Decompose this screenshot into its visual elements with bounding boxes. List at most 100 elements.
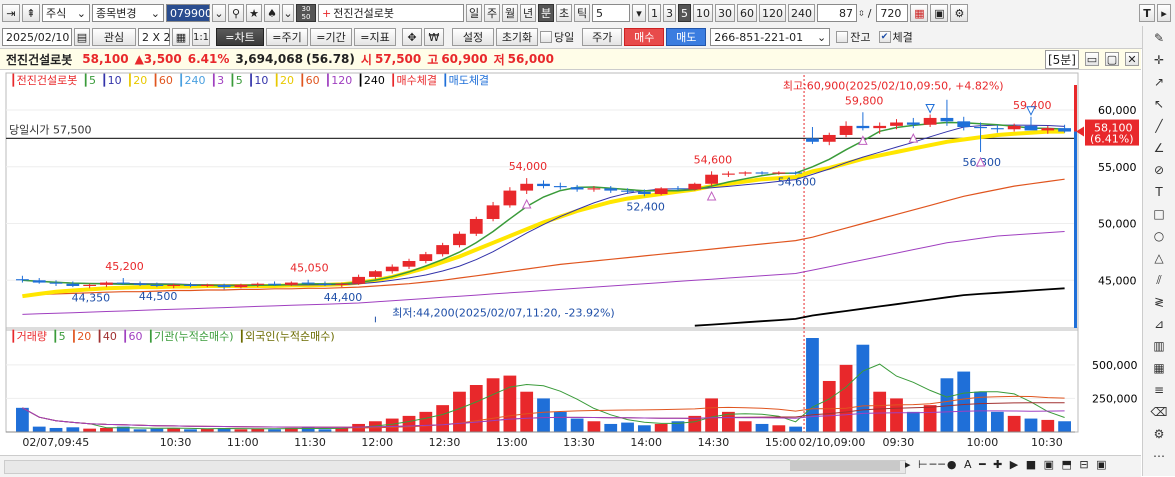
interval-box-icon[interactable]: 30 50	[296, 4, 316, 22]
candle-body	[873, 125, 887, 129]
volume-legend-item: ┃기관(누적순매수)	[147, 329, 233, 343]
change-select[interactable]: 종목변경 ⌄	[92, 4, 164, 22]
sell-button[interactable]: 매도	[666, 28, 707, 46]
count-spinner[interactable]: ⇳	[858, 9, 865, 18]
triangle-icon[interactable]: △	[1143, 248, 1175, 268]
price-button[interactable]: 주가	[582, 28, 623, 46]
settings-icon[interactable]: ⚙	[1143, 424, 1175, 444]
range-button[interactable]: =기간	[310, 28, 352, 46]
total-input[interactable]: 720	[876, 4, 909, 22]
expand-icon[interactable]: ▸	[1157, 4, 1171, 22]
interval-button-30[interactable]: 30	[715, 4, 735, 22]
interest-button[interactable]: 관심	[92, 28, 136, 46]
interval-button-60[interactable]: 60	[737, 4, 757, 22]
won-icon[interactable]: ₩	[424, 28, 444, 46]
circle-icon[interactable]: ○	[1143, 226, 1175, 246]
interval-button-1[interactable]: 1	[648, 4, 661, 22]
interval-dropdown[interactable]: ▾	[632, 4, 646, 22]
table-icon[interactable]: ▦	[172, 28, 190, 46]
top-icon[interactable]: ⇞	[22, 4, 40, 22]
close-icon[interactable]: ✕	[1125, 52, 1139, 66]
bottom-scrollbar[interactable]: ▸ ⊢──● A ━ ✚ ▶ ■ ▣ ⬒ ⊟ ▣	[0, 455, 1141, 477]
period-button-4[interactable]: 분	[538, 4, 554, 22]
bars-icon[interactable]: ▥	[1143, 336, 1175, 356]
pin-icon[interactable]: ⇥	[2, 4, 20, 22]
interval-button-3[interactable]: 3	[663, 4, 676, 22]
market-select[interactable]: 주식 ⌄	[42, 4, 90, 22]
scroll-thumb[interactable]	[790, 461, 900, 471]
buy-button[interactable]: 매수	[624, 28, 665, 46]
period-button-5[interactable]: 초	[556, 4, 572, 22]
current-price: 58,100	[82, 52, 129, 66]
pen-icon[interactable]: ✎	[1143, 28, 1175, 48]
one-one-button[interactable]: 1:1	[192, 28, 210, 46]
scroll-controls[interactable]: ▸ ⊢──● A ━ ✚ ▶ ■ ▣ ⬒ ⊟ ▣	[905, 458, 1109, 471]
low-label: 저	[493, 52, 505, 67]
spade-icon[interactable]: ♠	[264, 4, 280, 22]
minimize-icon[interactable]: ▭	[1085, 52, 1099, 66]
candle-body	[940, 117, 954, 122]
interval-button-10[interactable]: 10	[693, 4, 713, 22]
chart-button[interactable]: =차트	[216, 28, 264, 46]
clear-icon[interactable]: ⌫	[1143, 402, 1175, 422]
rectangle-icon[interactable]: □	[1143, 204, 1175, 224]
pointer-icon[interactable]: ↖	[1143, 94, 1175, 114]
period-button-3[interactable]: 년	[520, 4, 536, 22]
restore-icon[interactable]: ▢	[1105, 52, 1119, 66]
ruler-icon[interactable]: ⊘	[1143, 160, 1175, 180]
dropdown-icon[interactable]: ⌄	[212, 4, 226, 22]
period-button-1[interactable]: 주	[484, 4, 500, 22]
grid-lines-icon[interactable]: ▦	[1143, 358, 1175, 378]
period-button-2[interactable]: 월	[502, 4, 518, 22]
filled-checkbox[interactable]: ✔	[878, 31, 891, 43]
candle-body	[469, 218, 483, 234]
sort-icon[interactable]: ⌄	[282, 4, 294, 22]
calendar-icon[interactable]: ▤	[74, 28, 90, 46]
arrow-icon[interactable]: ↗	[1143, 72, 1175, 92]
scroll-track[interactable]	[4, 460, 906, 474]
more-icon[interactable]: ⋯	[1143, 446, 1175, 466]
period-button-0[interactable]: 일	[466, 4, 482, 22]
price-volume-chart[interactable]: 60,000 55,000 50,000 45,000 500,000 250,000 당일…	[0, 70, 1141, 455]
save-icon[interactable]: ▣	[930, 4, 949, 22]
text-tool-button[interactable]: T	[1139, 4, 1155, 22]
gear-icon[interactable]: ⚙	[950, 4, 969, 22]
reset-button[interactable]: 초기화	[496, 28, 538, 46]
code-input[interactable]: 079900	[166, 4, 212, 22]
x-tick-label: 12:00	[361, 436, 393, 449]
candle-body	[335, 283, 349, 285]
count-input[interactable]: 87	[817, 4, 857, 22]
interval-button-240[interactable]: 240	[788, 4, 815, 22]
account-select[interactable]: 266-851-221-01 ⌄	[710, 28, 831, 46]
settings-button[interactable]: 설정	[452, 28, 494, 46]
layout-field[interactable]: 2 X 2	[138, 28, 171, 46]
interval-button-5[interactable]: 5	[678, 4, 691, 22]
candle-body	[890, 122, 903, 126]
candle-body	[234, 284, 248, 288]
stock-name-field[interactable]: + 전진건설로봇	[318, 4, 464, 22]
trendline-icon[interactable]: ╱	[1143, 116, 1175, 136]
star-icon[interactable]: ★	[246, 4, 262, 22]
grid-icon[interactable]: ▦	[910, 4, 929, 22]
angle-icon[interactable]: ∠	[1143, 138, 1175, 158]
search-icon[interactable]: ⚲	[228, 4, 244, 22]
channel-icon[interactable]: ⫽	[1143, 270, 1175, 290]
fan-icon[interactable]: ⊿	[1143, 314, 1175, 334]
move-icon[interactable]: ✥	[402, 28, 422, 46]
period-button[interactable]: =주기	[266, 28, 308, 46]
text-icon[interactable]: T	[1143, 182, 1175, 202]
indicator-button[interactable]: =지표	[354, 28, 396, 46]
date-input[interactable]: 2025/02/10	[2, 28, 72, 46]
interval-button-120[interactable]: 120	[759, 4, 786, 22]
fibonacci-icon[interactable]: ≡	[1143, 380, 1175, 400]
candle-body	[32, 280, 46, 283]
current-price-arrow	[1076, 126, 1084, 137]
candle-body	[116, 282, 130, 284]
balance-checkbox[interactable]	[836, 31, 849, 43]
interval-input[interactable]: 5	[592, 4, 630, 22]
crosshair-icon[interactable]: ✛	[1143, 50, 1175, 70]
volume-bar	[520, 391, 534, 432]
zigzag-icon[interactable]: ≷	[1143, 292, 1175, 312]
today-checkbox[interactable]	[540, 31, 552, 43]
period-button-6[interactable]: 틱	[574, 4, 590, 22]
